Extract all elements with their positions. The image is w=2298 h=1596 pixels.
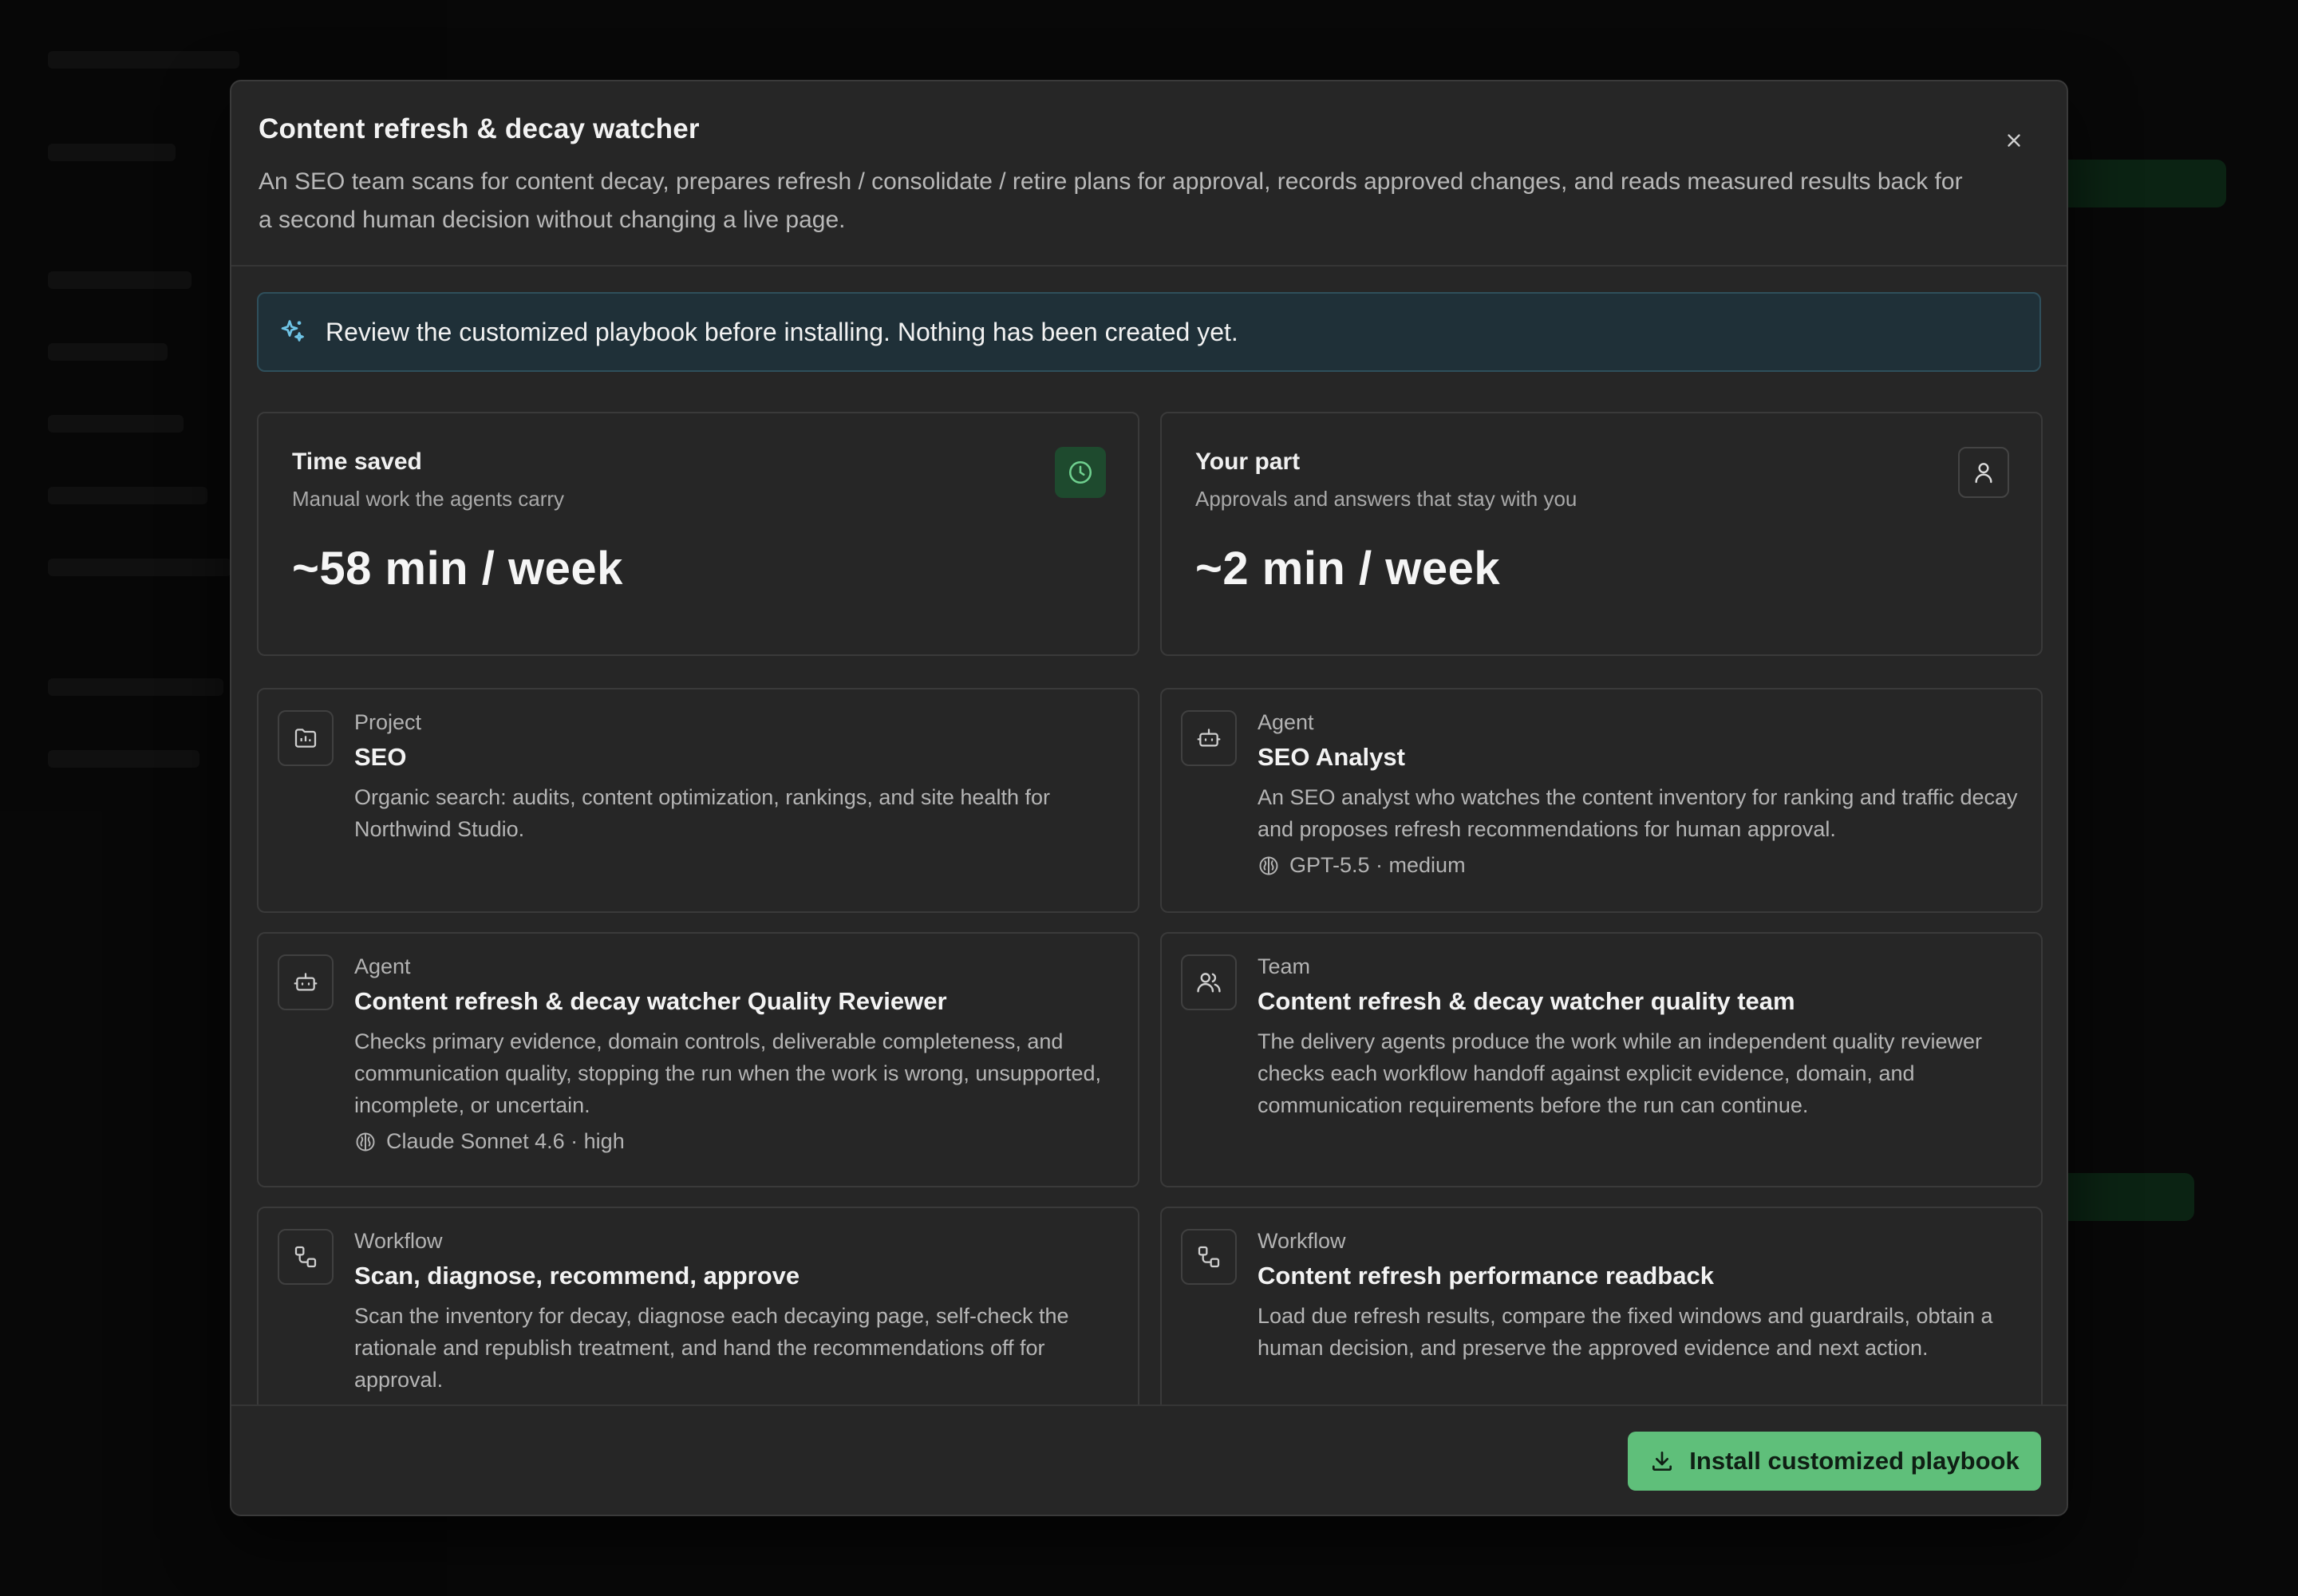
item-name: Scan, diagnose, recommend, approve [354,1262,800,1290]
model-text: GPT-5.5 · medium [1289,853,1466,877]
modal-description: An SEO team scans for content decay, pre… [259,168,1963,233]
stat-title: Your part [1195,448,1301,475]
sparkles-icon [278,316,310,348]
model-label: Claude Sonnet 4.6 · high [354,1129,1115,1154]
stat-subtitle: Manual work the agents carry [292,487,565,511]
stat-value: ~58 min / week [292,543,623,595]
install-button-label: Install customized playbook [1689,1447,2020,1475]
item-description: Scan the inventory for decay, diagnose e… [354,1304,1069,1392]
review-notice: Review the customized playbook before in… [257,292,2041,372]
user-icon [1958,447,2009,498]
model-label: GPT-5.5 · medium [1258,853,2019,878]
item-name: Content refresh & decay watcher Quality … [354,987,947,1015]
item-name: Content refresh performance readback [1258,1262,1714,1290]
close-button[interactable] [1993,120,2035,161]
item-kind: Workflow [1258,1229,1346,1253]
agent-card: Agent Content refresh & decay watcher Qu… [257,932,1139,1187]
your-part-card: Your part Approvals and answers that sta… [1160,412,2043,656]
item-description: An SEO analyst who watches the content i… [1258,785,2018,841]
stat-title: Time saved [292,448,422,475]
item-description: Load due refresh results, compare the fi… [1258,1304,1993,1360]
item-name: SEO [354,743,407,771]
playbook-modal: Content refresh & decay watcher An SEO t… [230,80,2068,1516]
stat-subtitle: Approvals and answers that stay with you [1195,487,1577,511]
bot-icon [278,954,334,1010]
agent-card: Agent SEO Analyst An SEO analyst who wat… [1160,688,2043,913]
brain-icon [356,1132,375,1151]
item-kind: Team [1258,954,1311,978]
item-description: Checks primary evidence, domain controls… [354,1029,1102,1117]
project-card: Project SEO Organic search: audits, cont… [257,688,1139,913]
download-icon [1652,1452,1672,1471]
brain-icon [1259,856,1278,875]
workflow-icon [1181,1229,1237,1285]
folder-icon [278,710,334,766]
item-description: The delivery agents produce the work whi… [1258,1029,1983,1117]
modal-header: Content refresh & decay watcher An SEO t… [231,81,2067,267]
item-kind: Agent [354,954,411,978]
install-playbook-button[interactable]: Install customized playbook [1628,1432,2041,1491]
item-name: Content refresh & decay watcher quality … [1258,987,1795,1015]
model-text: Claude Sonnet 4.6 · high [386,1129,625,1153]
workflow-card: Workflow Content refresh performance rea… [1160,1207,2043,1430]
item-kind: Agent [1258,710,1314,734]
item-name: SEO Analyst [1258,743,1405,771]
modal-title: Content refresh & decay watcher [259,113,700,144]
close-icon [2008,134,2020,147]
workflow-card: Workflow Scan, diagnose, recommend, appr… [257,1207,1139,1430]
notice-text: Review the customized playbook before in… [326,317,1238,346]
users-icon [1181,954,1237,1010]
workflow-icon [278,1229,334,1285]
item-description: Organic search: audits, content optimiza… [354,785,1050,841]
team-card: Team Content refresh & decay watcher qua… [1160,932,2043,1187]
playbook-summary-grid: Time saved Manual work the agents carry … [257,412,2043,1430]
item-kind: Project [354,710,422,734]
stat-value: ~2 min / week [1195,543,1501,595]
bot-icon [1181,710,1237,766]
modal-body[interactable]: Review the customized playbook before in… [231,268,2067,1487]
time-saved-card: Time saved Manual work the agents carry … [257,412,1139,656]
clock-icon [1055,447,1106,498]
modal-footer: Install customized playbook [231,1404,2067,1515]
item-kind: Workflow [354,1229,443,1253]
